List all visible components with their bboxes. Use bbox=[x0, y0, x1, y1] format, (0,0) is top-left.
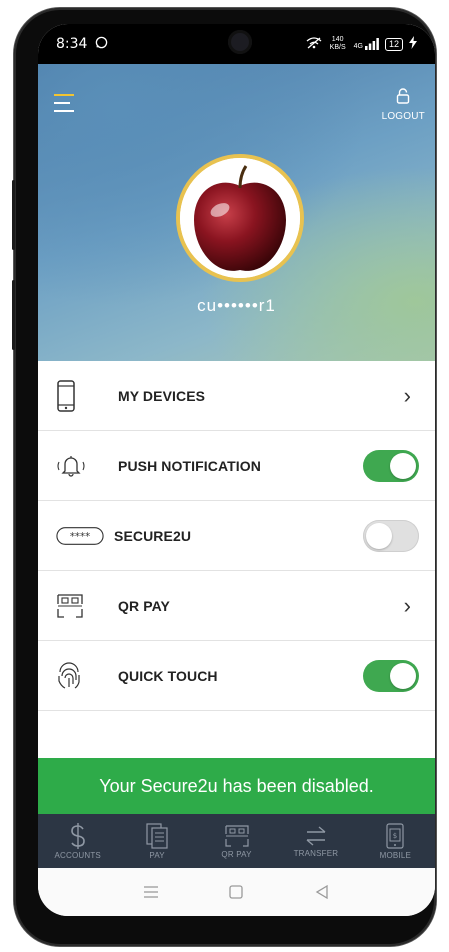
qr-code-icon bbox=[56, 589, 104, 623]
nav-label: PAY bbox=[149, 850, 165, 860]
nav-pay[interactable]: PAY bbox=[117, 814, 196, 868]
recent-apps-button[interactable] bbox=[143, 886, 158, 898]
front-camera bbox=[228, 30, 252, 54]
nav-label: ACCOUNTS bbox=[54, 850, 101, 860]
network-speed: 140 KB/S bbox=[329, 36, 346, 51]
settings-list: MY DEVICES › PUSH NOTIFICATION **** SECU… bbox=[38, 361, 435, 711]
row-label: QR PAY bbox=[118, 597, 170, 614]
charging-icon bbox=[409, 36, 417, 52]
nav-transfer[interactable]: TRANSFER bbox=[276, 814, 355, 868]
secure2u-toggle[interactable] bbox=[363, 519, 419, 552]
profile-header: LOGOUT cu••••••r1 bbox=[38, 64, 435, 361]
avatar[interactable] bbox=[176, 154, 304, 282]
row-label: QUICK TOUCH bbox=[118, 667, 218, 684]
power-button bbox=[12, 280, 15, 350]
dollar-icon bbox=[68, 822, 88, 849]
nav-accounts[interactable]: ACCOUNTS bbox=[38, 814, 117, 868]
signal-icon: 4G bbox=[354, 38, 379, 50]
chevron-right-icon: › bbox=[403, 382, 411, 408]
svg-text:$: $ bbox=[393, 832, 397, 840]
snackbar-notification: Your Secure2u has been disabled. bbox=[38, 758, 435, 814]
username-masked: cu••••••r1 bbox=[197, 296, 276, 315]
qr-code-icon bbox=[224, 824, 250, 848]
phone-icon bbox=[56, 379, 104, 413]
back-button[interactable] bbox=[315, 885, 329, 899]
battery-level: 12 bbox=[388, 38, 399, 49]
row-push-notification[interactable]: PUSH NOTIFICATION bbox=[38, 431, 435, 501]
row-label: SECURE2U bbox=[114, 527, 192, 544]
bill-icon bbox=[146, 822, 168, 849]
row-my-devices[interactable]: MY DEVICES › bbox=[38, 361, 435, 431]
nav-label: MOBILE bbox=[379, 850, 412, 860]
status-indicators: 140 KB/S 4G 12 bbox=[306, 36, 417, 52]
home-button[interactable] bbox=[229, 885, 244, 899]
row-label: MY DEVICES bbox=[118, 387, 206, 404]
hamburger-menu-icon[interactable] bbox=[54, 94, 76, 116]
logout-button[interactable]: LOGOUT bbox=[382, 88, 425, 122]
nav-mobile[interactable]: $ MOBILE bbox=[356, 814, 435, 868]
whatsapp-icon bbox=[95, 36, 108, 52]
fingerprint-icon bbox=[56, 659, 104, 693]
bell-icon bbox=[56, 449, 104, 483]
svg-text:****: **** bbox=[70, 532, 90, 543]
nav-label: TRANSFER bbox=[293, 848, 339, 858]
lock-icon bbox=[396, 88, 410, 108]
logout-label: LOGOUT bbox=[381, 111, 425, 122]
snackbar-message: Your Secure2u has been disabled. bbox=[99, 775, 374, 796]
battery-icon: 12 bbox=[384, 37, 403, 51]
status-bar: 8:34 140 KB/S 4G 12 bbox=[38, 24, 435, 64]
transfer-arrows-icon bbox=[303, 825, 329, 847]
quick-touch-toggle[interactable] bbox=[363, 659, 419, 692]
row-qr-pay[interactable]: QR PAY › bbox=[38, 571, 435, 641]
volume-button bbox=[12, 180, 15, 250]
status-time: 8:34 bbox=[56, 36, 88, 52]
push-notification-toggle[interactable] bbox=[363, 449, 419, 482]
system-navigation-bar bbox=[38, 868, 435, 916]
mobile-topup-icon: $ bbox=[386, 822, 404, 849]
chevron-right-icon: › bbox=[403, 592, 411, 618]
secure2u-pin-icon: **** bbox=[56, 519, 104, 553]
nav-label: QR PAY bbox=[221, 849, 252, 859]
bottom-navigation: ACCOUNTS PAY QR PAY TRANSFER $ MOBILE bbox=[38, 814, 435, 868]
row-quick-touch[interactable]: QUICK TOUCH bbox=[38, 641, 435, 711]
row-secure2u[interactable]: **** SECURE2U bbox=[38, 501, 435, 571]
apple-avatar-image bbox=[180, 158, 300, 278]
wifi-off-icon bbox=[306, 36, 322, 52]
nav-qr-pay[interactable]: QR PAY bbox=[197, 814, 276, 868]
row-label: PUSH NOTIFICATION bbox=[118, 457, 261, 474]
app-screen: 8:34 140 KB/S 4G 12 LOGOUT cu••••••r1 MY… bbox=[38, 24, 435, 916]
network-type: 4G bbox=[353, 43, 363, 50]
